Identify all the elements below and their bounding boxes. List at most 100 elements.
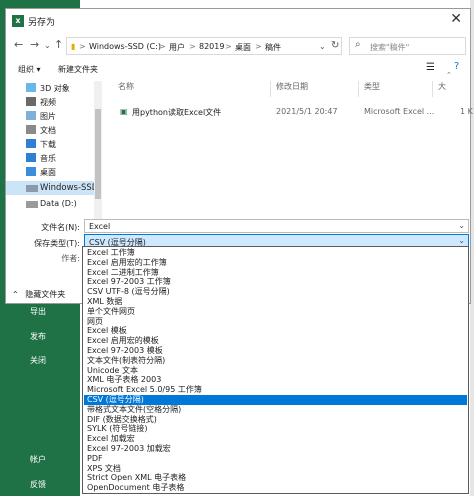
nav-data-drive[interactable]: Data (D:)	[6, 197, 100, 211]
chevron-down-icon[interactable]: ⌄	[458, 221, 465, 230]
filetype-option[interactable]: 带格式文本文件(空格分隔)	[84, 405, 467, 415]
nav-pictures[interactable]: 图片	[6, 109, 100, 123]
breadcrumb-separator: >	[159, 42, 166, 51]
filetype-option[interactable]: XML 电子表格 2003	[84, 375, 467, 385]
breadcrumb-separator: >	[189, 42, 196, 51]
help-icon[interactable]: ?	[454, 61, 459, 72]
nav-downloads[interactable]: 下载	[6, 137, 100, 151]
up-arrow-icon[interactable]: ↑	[54, 38, 63, 51]
refresh-icon[interactable]: ↻	[331, 40, 339, 51]
menu-export[interactable]: 导出	[0, 306, 80, 317]
filetype-option[interactable]: XML 数据	[84, 297, 467, 307]
filetype-option[interactable]: OpenDocument 电子表格	[84, 483, 467, 493]
filetype-option[interactable]: 单个文件网页	[84, 307, 467, 317]
breadcrumb-separator: >	[225, 42, 232, 51]
filetype-dropdown-list[interactable]: Excel 工作簿 Excel 启用宏的工作簿 Excel 二进制工作簿 Excel …	[82, 246, 469, 494]
filetype-option[interactable]: 文本文件(制表符分隔)	[84, 356, 467, 366]
nav-windows-ssd[interactable]: Windows-SSD	[6, 181, 100, 195]
column-divider	[432, 81, 433, 97]
sort-chevron-icon: ⌃	[446, 71, 452, 79]
recent-chevron-icon[interactable]: ⌄	[44, 41, 51, 50]
breadcrumb-users[interactable]: 用户	[169, 42, 185, 53]
filename-value: Excel	[89, 222, 111, 231]
filetype-option[interactable]: PDF	[84, 454, 467, 464]
video-icon	[26, 97, 36, 106]
navigation-pane: 3D 对象 视频 图片 文档 下载 音乐 桌面 Windows-SSD Data…	[6, 81, 102, 221]
forward-arrow-icon[interactable]: →	[30, 38, 39, 51]
navigation-bar: ← → ⌄ ↑ ▮ > Windows-SSD (C:) > 用户 > 8201…	[6, 35, 470, 57]
new-folder-button[interactable]: 新建文件夹	[58, 64, 98, 75]
downloads-icon	[26, 139, 36, 148]
back-arrow-icon[interactable]: ←	[14, 38, 23, 51]
filetype-option[interactable]: SYLK (符号链接)	[84, 424, 467, 434]
breadcrumb-drive[interactable]: Windows-SSD (C:)	[89, 42, 161, 51]
desktop-icon	[26, 167, 36, 176]
file-type: Microsoft Excel ...	[364, 107, 435, 116]
chevron-up-icon: ⌃	[12, 290, 19, 299]
filetype-option[interactable]: Excel 启用宏的模板	[84, 336, 467, 346]
folder-icon: ▮	[71, 42, 76, 51]
organize-button[interactable]: 组织 ▾	[18, 64, 41, 75]
address-dropdown-icon[interactable]: ⌄	[319, 42, 326, 51]
menu-feedback[interactable]: 反馈	[0, 479, 80, 490]
3d-objects-icon	[26, 83, 36, 92]
address-bar[interactable]: ▮ > Windows-SSD (C:) > 用户 > 82019 > 桌面 >…	[66, 37, 342, 55]
filetype-option[interactable]: Excel 启用宏的工作簿	[84, 258, 467, 268]
filetype-option[interactable]: Excel 工作簿	[84, 248, 467, 258]
drive-icon	[26, 185, 38, 192]
close-icon[interactable]: ✕	[450, 11, 462, 27]
filetype-option[interactable]: Excel 加载宏	[84, 434, 467, 444]
column-type[interactable]: 类型	[364, 81, 380, 92]
file-date: 2021/5/1 20:47	[276, 107, 338, 116]
filetype-option[interactable]: XPS 文档	[84, 464, 467, 474]
filetype-option[interactable]: Strict Open XML 电子表格	[84, 473, 467, 483]
search-placeholder: 搜索"稿件"	[370, 43, 410, 52]
menu-account[interactable]: 帐户	[0, 454, 80, 465]
column-size[interactable]: 大	[438, 81, 446, 92]
filetype-option[interactable]: 网页	[84, 317, 467, 327]
filetype-option[interactable]: Excel 模板	[84, 326, 467, 336]
breadcrumb-folder[interactable]: 稿件	[265, 42, 281, 53]
filetype-option[interactable]: Excel 97-2003 工作簿	[84, 277, 467, 287]
breadcrumb-separator: >	[79, 42, 86, 51]
chevron-down-icon[interactable]: ⌄	[458, 236, 465, 245]
filename-label: 文件名(N):	[41, 223, 80, 232]
menu-publish[interactable]: 发布	[0, 331, 80, 342]
filetype-option[interactable]: CSV UTF-8 (逗号分隔)	[84, 287, 467, 297]
filetype-option[interactable]: Unicode 文本	[84, 366, 467, 376]
column-date[interactable]: 修改日期	[276, 81, 308, 92]
filetype-option[interactable]: Excel 97-2003 模板	[84, 346, 467, 356]
dialog-title: 另存为	[28, 18, 56, 28]
filetype-option[interactable]: Excel 二进制工作簿	[84, 268, 467, 278]
scrollbar-thumb[interactable]	[95, 109, 101, 199]
filetype-option[interactable]: CSV (逗号分隔)	[84, 395, 467, 405]
file-size: 1 K	[460, 107, 473, 116]
nav-music[interactable]: 音乐	[6, 151, 100, 165]
file-row[interactable]: ▣ 用python读取Excel文件 2021/5/1 20:47 Micros…	[110, 105, 473, 119]
view-options-icon[interactable]: ☰	[426, 62, 435, 73]
menu-close[interactable]: 关闭	[0, 355, 80, 366]
nav-documents[interactable]: 文档	[6, 123, 100, 137]
breadcrumb-separator: >	[255, 42, 262, 51]
nav-desktop[interactable]: 桌面	[6, 165, 100, 179]
filetype-option[interactable]: Excel 97-2003 加载宏	[84, 444, 467, 454]
breadcrumb-desktop[interactable]: 桌面	[235, 42, 251, 53]
search-box[interactable]: ⌕ 搜索"稿件"	[349, 37, 466, 55]
column-name[interactable]: 名称	[118, 81, 134, 92]
column-divider	[358, 81, 359, 97]
nav-videos[interactable]: 视频	[6, 95, 100, 109]
nav-scrollbar[interactable]	[94, 81, 102, 219]
music-icon	[26, 153, 36, 162]
breadcrumb-user[interactable]: 82019	[199, 42, 224, 51]
filetype-label: 保存类型(T):	[34, 239, 80, 248]
file-list: 名称 修改日期 类型 大 ⌃ ▣ 用python读取Excel文件 2021/5…	[110, 71, 473, 221]
hide-folders-toggle[interactable]: ⌃ 隐藏文件夹	[12, 289, 65, 300]
filetype-option[interactable]: DIF (数据交换格式)	[84, 415, 467, 425]
nav-3d-objects[interactable]: 3D 对象	[6, 81, 100, 95]
excel-icon: x	[12, 15, 24, 27]
documents-icon	[26, 125, 36, 134]
filetype-option[interactable]: Microsoft Excel 5.0/95 工作簿	[84, 385, 467, 395]
pictures-icon	[26, 111, 36, 120]
filename-input[interactable]: Excel ⌄	[84, 219, 469, 233]
excel-file-icon: ▣	[120, 107, 128, 116]
